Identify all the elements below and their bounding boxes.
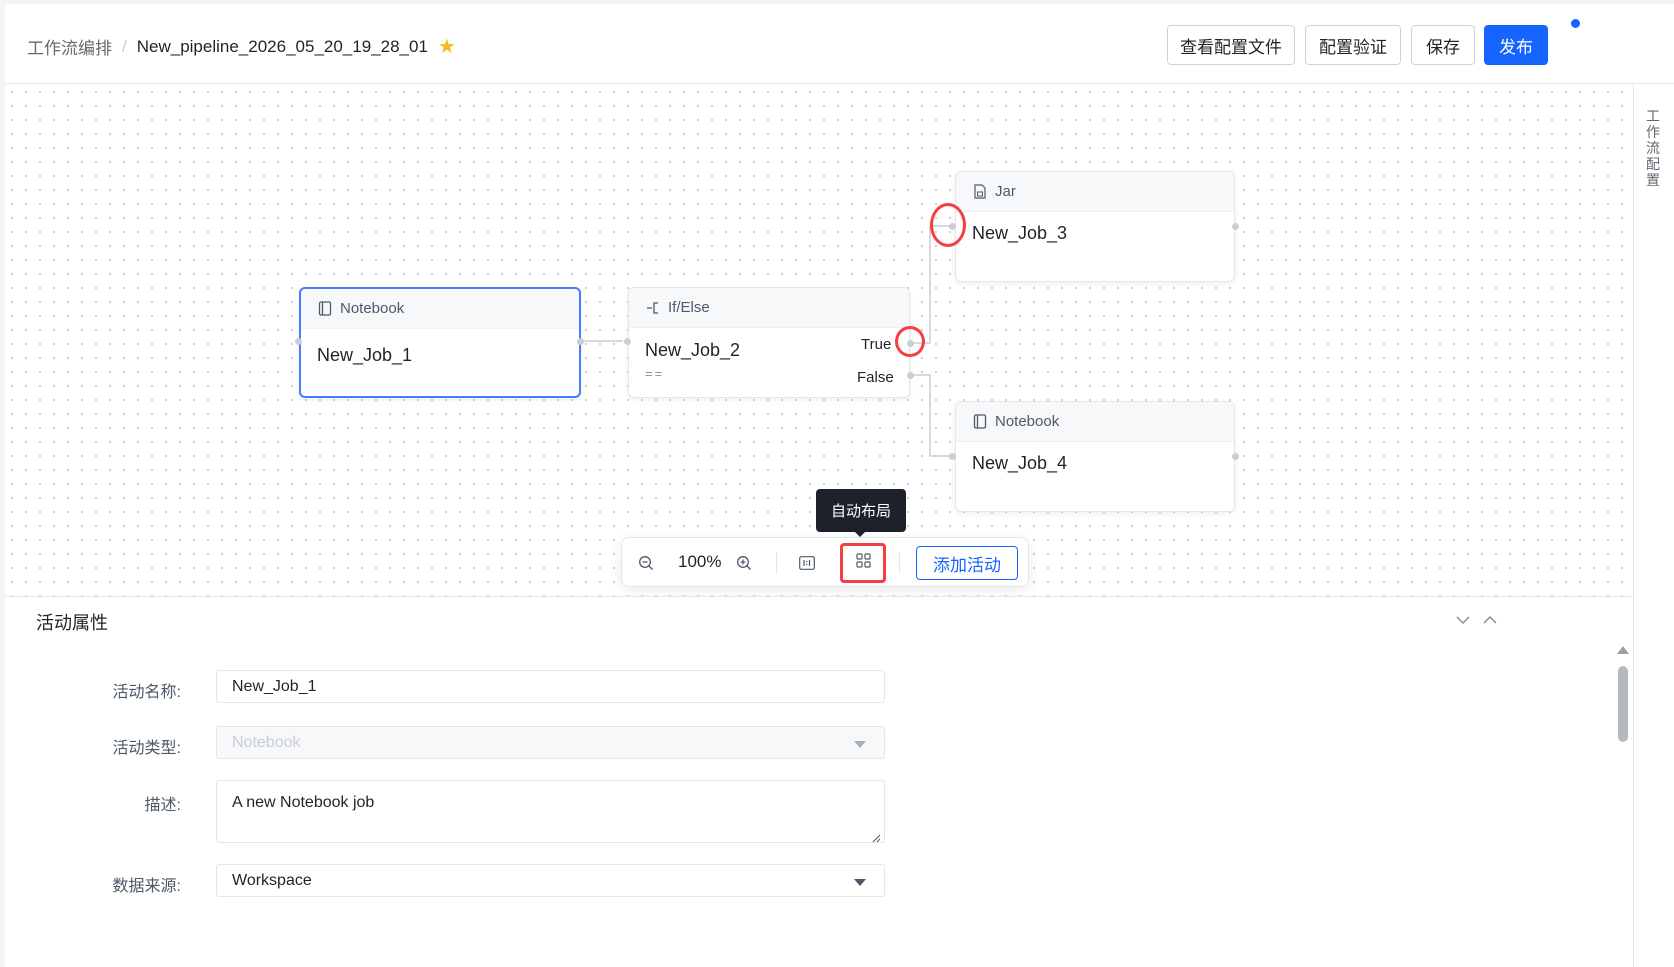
- notebook-icon: [972, 414, 988, 430]
- zoom-level: 100%: [678, 552, 722, 571]
- auto-layout-button[interactable]: [840, 543, 886, 583]
- publish-button[interactable]: 发布: [1484, 25, 1548, 65]
- highlight-circle-true-output: [895, 326, 925, 357]
- node-type-label: If/Else: [668, 299, 710, 316]
- chevron-up-icon[interactable]: [1481, 611, 1499, 629]
- node-condition: ==: [645, 366, 665, 381]
- resize-handle-icon[interactable]: [872, 830, 881, 843]
- branch-false-label: False: [857, 369, 894, 386]
- star-icon[interactable]: ★: [438, 34, 456, 59]
- description-value: A new Notebook job: [232, 794, 375, 811]
- save-button[interactable]: 保存: [1411, 25, 1475, 65]
- port-job2-in[interactable]: [624, 338, 631, 345]
- zoom-in-icon[interactable]: [732, 551, 756, 575]
- port-job1-out[interactable]: [577, 338, 584, 345]
- workflow-canvas[interactable]: Notebook New_Job_1 If/Else New_Job_2 == …: [5, 85, 1633, 641]
- canvas-toolbar: 100% 添加活动: [621, 537, 1029, 587]
- description-label: 描述:: [144, 797, 181, 814]
- port-job4-out[interactable]: [1232, 453, 1239, 460]
- panel-title: 活动属性: [36, 613, 108, 633]
- node-title: New_Job_4: [972, 453, 1068, 473]
- toolbar-divider: [899, 552, 900, 574]
- data-source-value: Workspace: [232, 871, 312, 889]
- auto-layout-icon: [855, 553, 871, 573]
- scrollbar-thumb[interactable]: [1618, 666, 1628, 742]
- page-header: 工作流编排 / New_pipeline_2026_05_20_19_28_01…: [5, 4, 1674, 84]
- activity-type-value: Notebook: [232, 733, 301, 751]
- node-title: New_Job_1: [317, 345, 413, 365]
- auto-layout-tooltip: 自动布局: [816, 489, 906, 532]
- node-title: New_Job_2: [645, 340, 741, 360]
- data-source-select[interactable]: Workspace: [216, 864, 885, 897]
- activity-name-value: New_Job_1: [232, 677, 317, 695]
- right-sidebar: 工作流配置: [1633, 84, 1674, 967]
- breadcrumb: 工作流编排 / New_pipeline_2026_05_20_19_28_01…: [27, 34, 456, 59]
- node-new-job-4[interactable]: Notebook New_Job_4: [955, 401, 1235, 512]
- node-header: Notebook: [301, 289, 579, 329]
- zoom-out-icon[interactable]: [634, 551, 658, 575]
- branch-true-label: True: [861, 336, 892, 353]
- form-scrollbar[interactable]: [1616, 646, 1630, 918]
- node-header: If/Else: [629, 288, 909, 328]
- port-job2-false-out[interactable]: [907, 372, 914, 379]
- highlight-circle-job3-input: [930, 203, 966, 247]
- scroll-up-arrow-icon[interactable]: [1617, 646, 1629, 654]
- dropdown-caret-icon: [854, 741, 866, 748]
- description-textarea[interactable]: A new Notebook job: [216, 780, 885, 843]
- jar-file-icon: [972, 184, 988, 200]
- activity-name-input[interactable]: New_Job_1: [216, 670, 885, 703]
- branch-icon: [645, 300, 661, 316]
- node-header: Notebook: [956, 402, 1234, 442]
- add-activity-button[interactable]: 添加活动: [916, 546, 1018, 580]
- port-job3-out[interactable]: [1232, 223, 1239, 230]
- activity-type-select: Notebook: [216, 726, 885, 759]
- data-source-label: 数据来源:: [112, 878, 181, 895]
- node-title: New_Job_3: [972, 223, 1068, 243]
- notebook-icon: [317, 301, 333, 317]
- view-config-button[interactable]: 查看配置文件: [1167, 25, 1295, 65]
- node-type-label: Notebook: [340, 300, 405, 317]
- unsaved-indicator-dot: [1571, 19, 1580, 28]
- breadcrumb-separator: /: [122, 36, 127, 56]
- node-new-job-1[interactable]: Notebook New_Job_1: [299, 287, 581, 398]
- properties-form: 活动名称: New_Job_1 活动类型: Notebook 描述: A new…: [5, 640, 1633, 919]
- activity-type-label: 活动类型:: [112, 740, 181, 757]
- breadcrumb-parent-link[interactable]: 工作流编排: [27, 34, 112, 59]
- properties-panel-header: 活动属性: [5, 596, 1633, 642]
- toolbar-divider: [776, 552, 777, 574]
- activity-name-label: 活动名称:: [112, 684, 181, 701]
- edge-job2-false-job4: [910, 374, 952, 457]
- workflow-config-tab[interactable]: 工作流配置: [1646, 108, 1662, 188]
- port-job4-in[interactable]: [949, 453, 956, 460]
- node-new-job-2[interactable]: If/Else New_Job_2 == True False: [628, 287, 910, 398]
- node-type-label: Notebook: [995, 413, 1060, 430]
- node-header: Jar: [956, 172, 1234, 212]
- app-window: 工作流编排 / New_pipeline_2026_05_20_19_28_01…: [5, 4, 1674, 967]
- port-job1-in[interactable]: [295, 338, 302, 345]
- actual-size-icon[interactable]: [795, 551, 819, 575]
- chevron-down-icon[interactable]: [1454, 611, 1472, 629]
- node-new-job-3[interactable]: Jar New_Job_3: [955, 171, 1235, 282]
- pipeline-name: New_pipeline_2026_05_20_19_28_01: [136, 36, 428, 56]
- dropdown-caret-icon: [854, 879, 866, 886]
- validate-config-button[interactable]: 配置验证: [1305, 25, 1401, 65]
- node-type-label: Jar: [995, 183, 1016, 200]
